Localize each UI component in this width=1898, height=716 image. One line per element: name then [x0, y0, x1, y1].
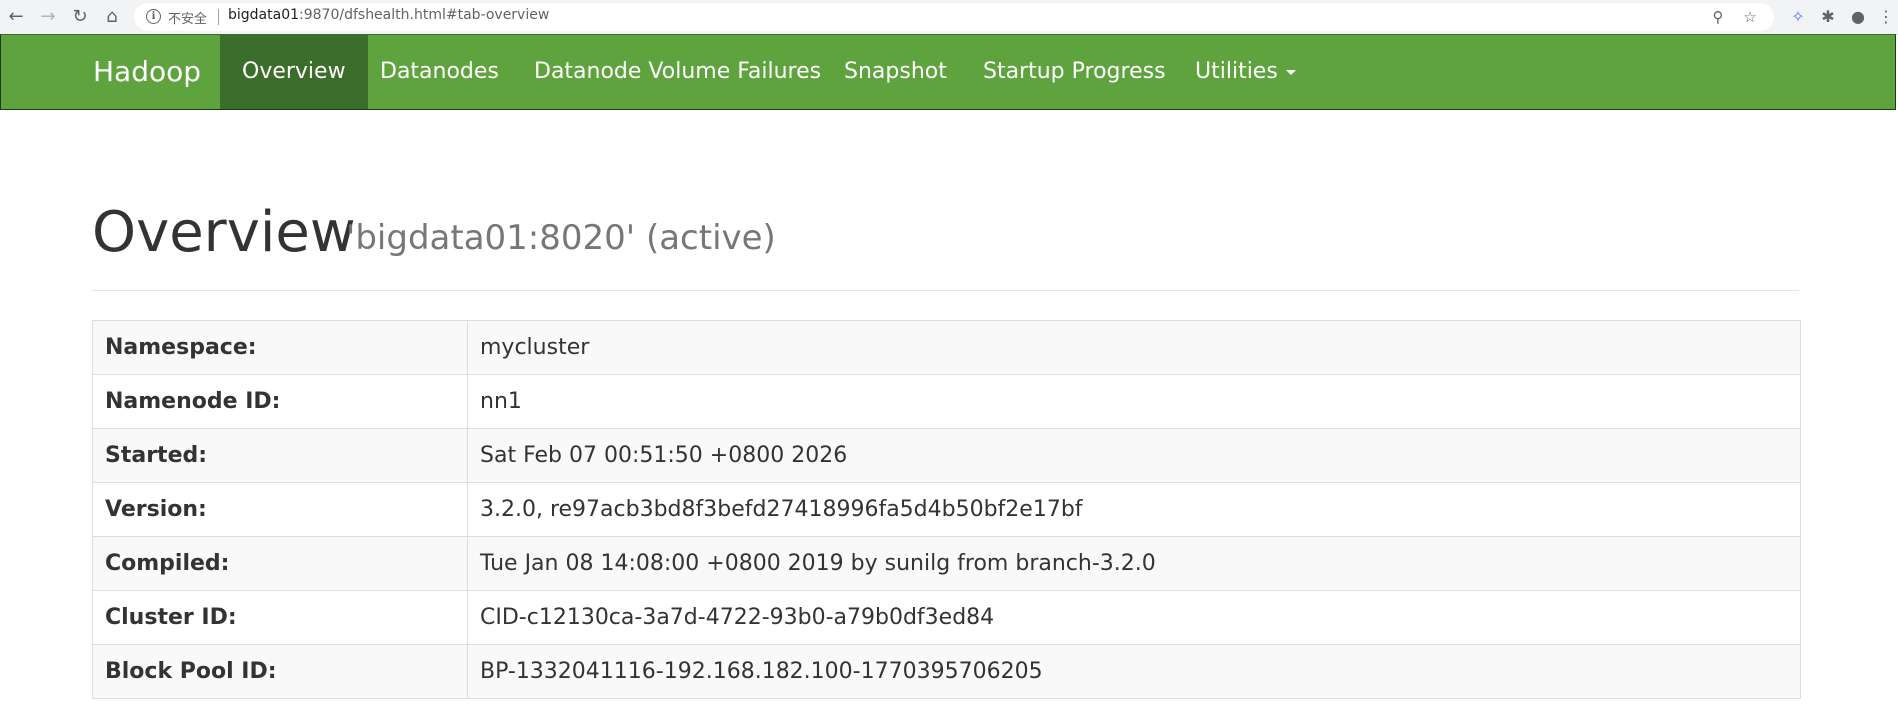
table-value: Tue Jan 08 14:08:00 +0800 2019 by sunilg…	[467, 536, 1801, 591]
table-value: mycluster	[467, 320, 1801, 375]
forward-arrow-icon[interactable]: →	[36, 5, 60, 29]
url-separator	[218, 9, 219, 25]
brand-logo[interactable]: Hadoop	[71, 35, 221, 109]
zoom-icon[interactable]: ⚲	[1706, 5, 1730, 29]
back-arrow-icon[interactable]: ←	[4, 5, 28, 29]
table-key: Namespace:	[92, 320, 468, 375]
nav-tab-snapshot[interactable]: Snapshot	[822, 35, 969, 109]
overview-table: Namespace: mycluster Namenode ID: nn1 St…	[92, 320, 1801, 699]
table-value: nn1	[467, 374, 1801, 429]
puzzle-extensions-icon[interactable]: ✱	[1816, 5, 1840, 29]
table-key: Namenode ID:	[92, 374, 468, 429]
url-text[interactable]: bigdata01:9870/dfshealth.html#tab-overvi…	[228, 7, 549, 23]
info-icon[interactable]: i	[146, 9, 161, 24]
caret-down-icon	[1285, 69, 1296, 75]
utilities-label: Utilities	[1195, 59, 1278, 84]
table-value: BP-1332041116-192.168.182.100-1770395706…	[467, 644, 1801, 699]
table-row: Cluster ID: CID-c12130ca-3a7d-4722-93b0-…	[92, 590, 1801, 645]
security-label[interactable]: 不安全	[168, 8, 207, 27]
bookmark-star-icon[interactable]: ☆	[1738, 5, 1762, 29]
table-key: Started:	[92, 428, 468, 483]
table-row: Block Pool ID: BP-1332041116-192.168.182…	[92, 644, 1801, 699]
table-key: Compiled:	[92, 536, 468, 591]
table-row: Version: 3.2.0, re97acb3bd8f3befd2741899…	[92, 482, 1801, 537]
menu-kebab-icon[interactable]: ⋮	[1874, 5, 1898, 29]
table-row: Namespace: mycluster	[92, 320, 1801, 375]
profile-avatar-icon[interactable]: ●	[1846, 5, 1870, 29]
url-host: bigdata01	[228, 7, 300, 23]
nav-tab-utilities[interactable]: Utilities	[1173, 35, 1318, 109]
table-value: 3.2.0, re97acb3bd8f3befd27418996fa5d4b50…	[467, 482, 1801, 537]
page-title: Overview	[92, 200, 356, 265]
table-key: Version:	[92, 482, 468, 537]
nav-tab-datanode-volume-failures[interactable]: Datanode Volume Failures	[512, 35, 843, 109]
url-path: :9870/dfshealth.html#tab-overview	[299, 7, 550, 23]
address-bar[interactable]: i 不安全 bigdata01:9870/dfshealth.html#tab-…	[134, 3, 1774, 31]
table-row: Compiled: Tue Jan 08 14:08:00 +0800 2019…	[92, 536, 1801, 591]
table-row: Namenode ID: nn1	[92, 374, 1801, 429]
nav-tab-overview[interactable]: Overview	[220, 35, 368, 109]
home-icon[interactable]: ⌂	[100, 5, 124, 29]
hadoop-navbar: Hadoop Overview Datanodes Datanode Volum…	[0, 34, 1896, 110]
table-key: Cluster ID:	[92, 590, 468, 645]
table-value: CID-c12130ca-3a7d-4722-93b0-a79b0df3ed84	[467, 590, 1801, 645]
table-key: Block Pool ID:	[92, 644, 468, 699]
extension-icon[interactable]: ✧	[1786, 5, 1810, 29]
reload-icon[interactable]: ↻	[68, 5, 92, 29]
nav-tab-startup-progress[interactable]: Startup Progress	[961, 35, 1188, 109]
page-subtitle: 'bigdata01:8020' (active)	[346, 218, 776, 258]
page-header: Overview 'bigdata01:8020' (active)	[92, 190, 1799, 291]
browser-toolbar: ← → ↻ ⌂ i 不安全 bigdata01:9870/dfshealth.h…	[0, 0, 1898, 35]
nav-tab-datanodes[interactable]: Datanodes	[358, 35, 521, 109]
table-row: Started: Sat Feb 07 00:51:50 +0800 2026	[92, 428, 1801, 483]
table-value: Sat Feb 07 00:51:50 +0800 2026	[467, 428, 1801, 483]
